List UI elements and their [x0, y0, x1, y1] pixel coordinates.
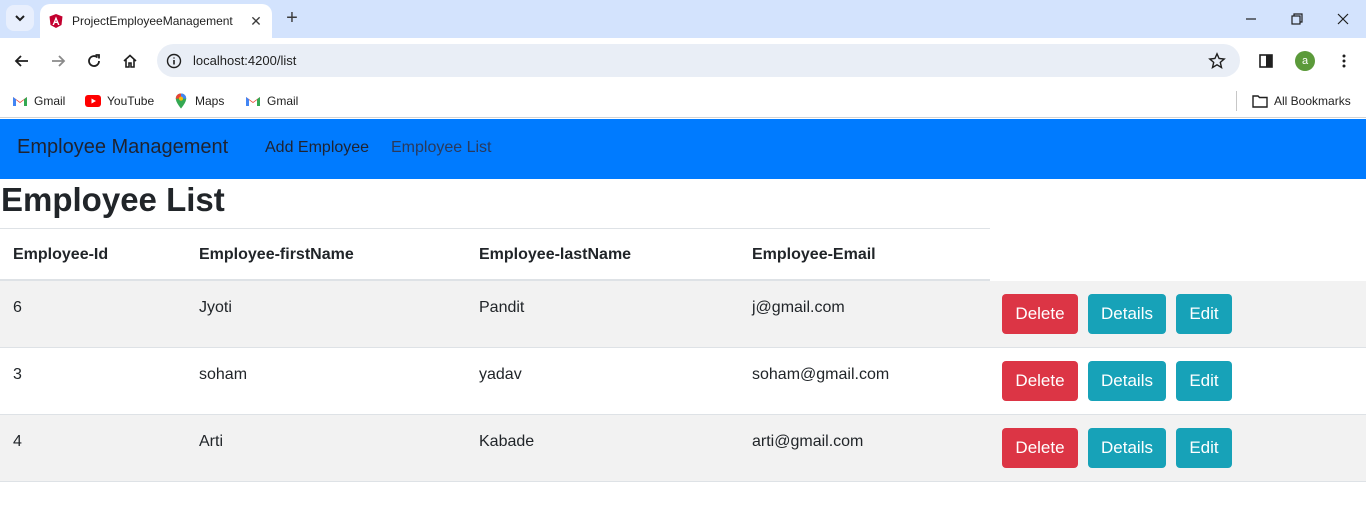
arrow-left-icon	[14, 55, 28, 67]
close-window-button[interactable]	[1320, 0, 1366, 38]
table-row: 3 soham yadav soham@gmail.com Delete Det…	[0, 348, 1366, 415]
folder-icon	[1252, 93, 1268, 109]
cell-last-name: yadav	[479, 366, 522, 383]
new-tab-button[interactable]: +	[280, 6, 304, 30]
restore-button[interactable]	[1274, 0, 1320, 38]
bookmark-label: Gmail	[267, 94, 299, 108]
bookmark-label: YouTube	[107, 94, 155, 108]
bookmark-gmail[interactable]: Gmail	[245, 91, 298, 111]
chevron-down-icon	[15, 15, 25, 22]
delete-button[interactable]: Delete	[1002, 361, 1078, 401]
home-icon	[123, 54, 137, 68]
more-vert-icon	[1342, 54, 1346, 68]
arrow-right-icon	[52, 55, 66, 67]
table-row: 4 Arti Kabade arti@gmail.com Delete Deta…	[0, 415, 1366, 482]
navbar-brand[interactable]: Employee Management	[17, 136, 228, 159]
table-header: Employee-Id Employee-firstName Employee-…	[0, 228, 990, 281]
reload-icon	[88, 54, 100, 67]
cell-email: soham@gmail.com	[752, 366, 890, 383]
cell-id: 6	[13, 299, 22, 316]
bookmark-gmail[interactable]: Gmail	[12, 91, 65, 111]
browser-toolbar: localhost:4200/list a	[0, 38, 1366, 84]
side-panel-icon	[1259, 54, 1273, 68]
tab-title: ProjectEmployeeManagement	[72, 14, 233, 28]
details-button[interactable]: Details	[1088, 428, 1166, 468]
star-icon[interactable]	[1206, 50, 1228, 72]
gmail-icon	[12, 93, 28, 109]
all-bookmarks-label: All Bookmarks	[1274, 94, 1351, 108]
column-header-first-name: Employee-firstName	[199, 246, 354, 263]
bookmark-label: Maps	[195, 94, 225, 108]
all-bookmarks-button[interactable]: All Bookmarks	[1252, 91, 1351, 111]
url-text[interactable]: localhost:4200/list	[193, 53, 296, 68]
column-header-last-name: Employee-lastName	[479, 246, 632, 263]
cell-id: 3	[13, 366, 22, 383]
table-row: 6 Jyoti Pandit j@gmail.com Delete Detail…	[0, 281, 1366, 348]
profile-avatar[interactable]: a	[1295, 51, 1315, 71]
bookmark-youtube[interactable]: YouTube	[85, 91, 154, 111]
delete-button[interactable]: Delete	[1002, 428, 1078, 468]
cell-last-name: Kabade	[479, 433, 535, 450]
delete-button[interactable]: Delete	[1002, 294, 1078, 334]
cell-id: 4	[13, 433, 22, 450]
restore-icon	[1291, 13, 1303, 25]
back-button[interactable]	[8, 47, 36, 75]
bookmarks-divider	[1236, 91, 1237, 111]
forward-button[interactable]	[44, 47, 72, 75]
edit-button[interactable]: Edit	[1176, 361, 1232, 401]
reload-button[interactable]	[80, 47, 108, 75]
nav-link-add-employee[interactable]: Add Employee	[265, 139, 369, 157]
youtube-icon	[85, 93, 101, 109]
details-button[interactable]: Details	[1088, 361, 1166, 401]
employee-table: Employee-Id Employee-firstName Employee-…	[0, 228, 1366, 482]
tab-strip: ProjectEmployeeManagement ✕ +	[0, 0, 1366, 38]
app-navbar: Employee Management Add Employee Employe…	[0, 119, 1366, 179]
maps-icon	[173, 93, 189, 109]
minimize-button[interactable]	[1228, 0, 1274, 38]
nav-link-employee-list[interactable]: Employee List	[391, 139, 492, 157]
cell-first-name: soham	[199, 366, 248, 383]
gmail-icon	[245, 93, 261, 109]
browser-tab[interactable]: ProjectEmployeeManagement ✕	[40, 4, 272, 38]
edit-button[interactable]: Edit	[1176, 428, 1232, 468]
cell-last-name: Pandit	[479, 299, 525, 316]
column-header-id: Employee-Id	[13, 246, 109, 263]
bookmark-maps[interactable]: Maps	[173, 91, 224, 111]
close-icon[interactable]: ✕	[246, 11, 266, 31]
menu-button[interactable]	[1330, 47, 1358, 75]
angular-icon	[48, 13, 64, 29]
cell-email: arti@gmail.com	[752, 433, 864, 450]
bookmark-label: Gmail	[34, 94, 66, 108]
cell-first-name: Jyoti	[199, 299, 232, 316]
side-panel-button[interactable]	[1252, 47, 1280, 75]
home-button[interactable]	[116, 47, 144, 75]
column-header-email: Employee-Email	[752, 246, 876, 263]
info-icon[interactable]	[165, 52, 183, 70]
details-button[interactable]: Details	[1088, 294, 1166, 334]
edit-button[interactable]: Edit	[1176, 294, 1232, 334]
minimize-icon	[1246, 18, 1256, 20]
bookmarks-bar: Gmail YouTube Maps Gmail All Bookmarks	[0, 84, 1366, 118]
close-icon	[1337, 13, 1349, 25]
address-bar[interactable]: localhost:4200/list	[157, 44, 1240, 77]
cell-email: j@gmail.com	[752, 299, 845, 316]
page-title: Employee List	[1, 181, 225, 218]
cell-first-name: Arti	[199, 433, 223, 450]
tab-search-button[interactable]	[6, 5, 34, 31]
